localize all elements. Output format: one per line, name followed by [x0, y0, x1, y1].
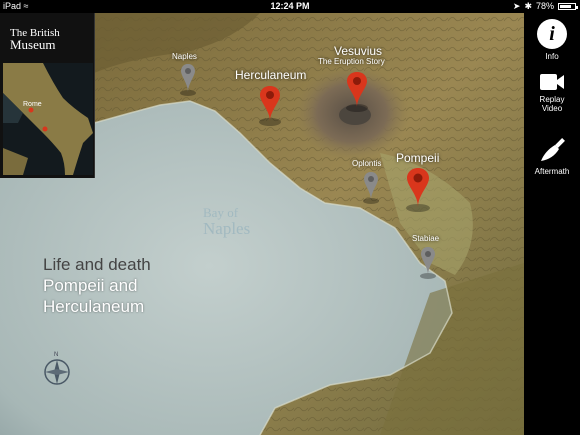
stabiae-pin[interactable]	[418, 245, 438, 279]
battery-percent: 78%	[535, 1, 554, 11]
trowel-icon	[541, 138, 565, 161]
british-museum-logo: The British Museum	[10, 27, 60, 52]
info-button[interactable]: i Info	[524, 19, 580, 61]
app-title: Life and death Pompeii and Herculaneum	[43, 255, 151, 316]
museum-box: The British Museum Rome	[0, 13, 95, 178]
clock: 12:24 PM	[270, 1, 310, 11]
bay-of-naples-label: Bay of Naples	[203, 205, 251, 238]
location-icon: ➤	[512, 1, 521, 11]
compass-icon	[44, 359, 70, 385]
herculaneum-label: Herculaneum	[235, 68, 307, 82]
italy-outline	[3, 63, 93, 175]
pompeii-label: Pompeii	[396, 151, 440, 165]
rome-label: Rome	[23, 101, 42, 108]
pompeii-pin[interactable]	[404, 166, 432, 212]
stabiae-label: Stabiae	[412, 234, 440, 243]
video-camera-icon	[540, 74, 564, 90]
vesuvius-pin[interactable]	[344, 70, 370, 112]
naples-label: Naples	[172, 52, 197, 61]
status-bar: iPad ≈ 12:24 PM ➤ ✱ 78%	[0, 0, 580, 13]
oplontis-pin[interactable]	[361, 170, 381, 204]
vesuvius-label: Vesuvius	[334, 44, 383, 58]
naples-pin[interactable]	[178, 62, 198, 96]
aftermath-button[interactable]: Aftermath	[524, 135, 580, 176]
replay-video-button[interactable]: Replay Video	[524, 71, 580, 113]
battery-icon	[558, 3, 578, 10]
italy-minimap[interactable]: Rome	[3, 63, 93, 175]
side-panel: i Info Replay Video Aftermath	[524, 13, 580, 435]
oplontis-label: Oplontis	[352, 159, 382, 168]
bluetooth-icon: ✱	[524, 1, 532, 11]
vesuvius-subtitle: The Eruption Story	[318, 57, 385, 66]
herculaneum-pin[interactable]	[257, 84, 283, 126]
info-icon: i	[537, 19, 567, 49]
